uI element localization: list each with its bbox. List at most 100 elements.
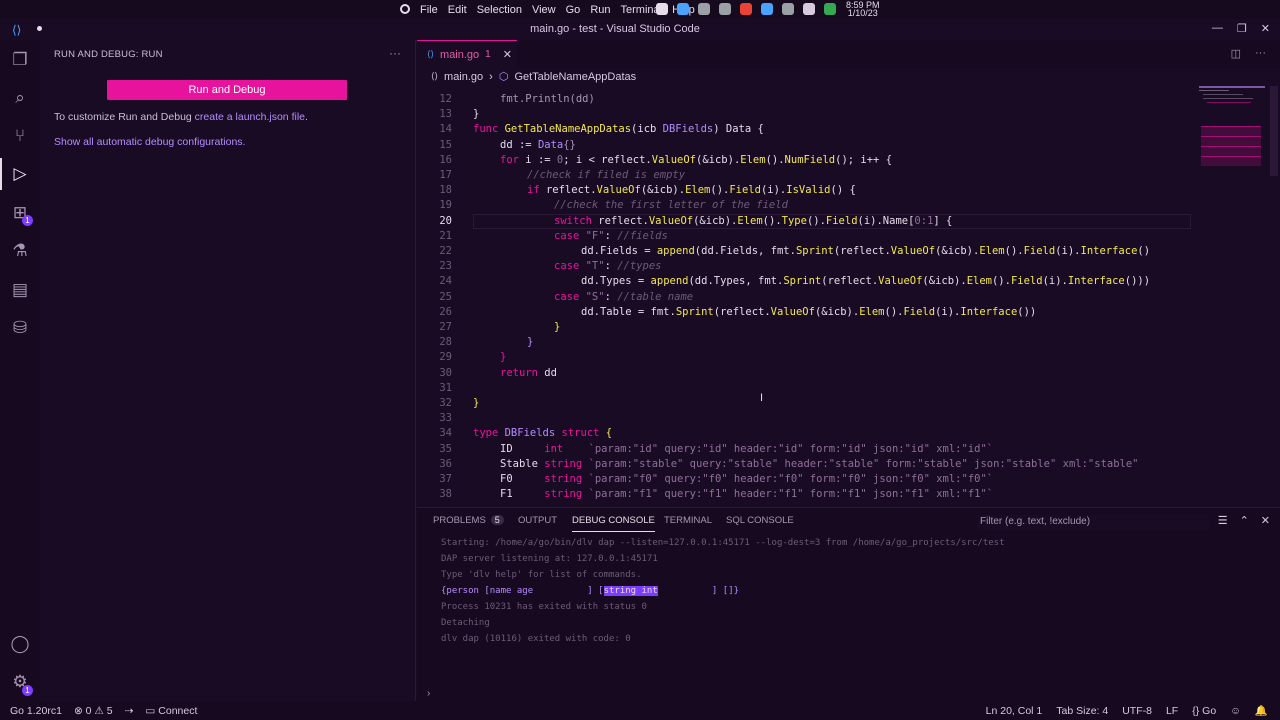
code-token: "F"	[585, 229, 605, 242]
tray-app-icon[interactable]	[824, 3, 836, 15]
close-tab-icon[interactable]: ✕	[503, 48, 512, 61]
code-area[interactable]: 12 fmt.Println(dd) 13} 14 func GetTableNameA…	[417, 93, 1197, 507]
encoding[interactable]: UTF-8	[1122, 705, 1152, 717]
notifications-icon[interactable]: 🔔	[1255, 704, 1268, 717]
tab-problems[interactable]: PROBLEMS 5	[433, 515, 504, 526]
list-options-icon[interactable]: ☰	[1218, 514, 1228, 527]
code-token: //check the first letter of the field	[554, 199, 788, 212]
tray-app-icon[interactable]	[698, 3, 710, 15]
tab-debug-console[interactable]: DEBUG CONSOLE	[572, 515, 655, 532]
code-token: for	[500, 153, 526, 166]
code-line: return dd	[500, 367, 557, 379]
code-token: (i).	[760, 184, 787, 197]
line-number: 22	[439, 245, 452, 257]
more-actions-icon[interactable]: ···	[389, 46, 401, 60]
run-debug-icon[interactable]: ▷	[8, 162, 32, 186]
code-token: ().	[884, 305, 904, 318]
tab-sql-console[interactable]: SQL CONSOLE	[726, 515, 794, 526]
problems-status[interactable]: ⊗ 0 ⚠ 5	[74, 705, 113, 717]
chevron-right-icon: ›	[489, 70, 493, 83]
run-and-debug-button[interactable]: Run and Debug	[107, 80, 347, 100]
tab-terminal[interactable]: TERMINAL	[664, 515, 712, 526]
breadcrumb-file[interactable]: main.go	[444, 71, 483, 83]
code-line: }	[554, 321, 560, 333]
code-line: case "T": //types	[554, 260, 662, 272]
language-label: Go	[1202, 704, 1217, 717]
code-token: Field	[903, 305, 936, 318]
account-icon[interactable]: ◯	[8, 632, 32, 656]
remote-icon[interactable]: ▤	[8, 278, 32, 302]
feedback-icon[interactable]: ☺	[1230, 705, 1241, 717]
tray-app-icon[interactable]	[719, 3, 731, 15]
maximize-icon[interactable]: ❐	[1237, 22, 1247, 35]
go-version[interactable]: Go 1.20rc1	[10, 705, 62, 717]
editor-more-icon[interactable]: ···	[1255, 47, 1266, 60]
code-token: }	[554, 321, 561, 333]
menu-item[interactable]: Selection	[472, 4, 527, 16]
show-debug-configs-link[interactable]: Show all automatic debug configurations.	[54, 136, 245, 148]
minimap[interactable]	[1197, 86, 1267, 186]
menu-item[interactable]: View	[527, 4, 561, 16]
menu-item[interactable]: Go	[561, 4, 586, 16]
code-line: }	[473, 108, 479, 120]
code-token: //types	[617, 260, 662, 273]
tab-output[interactable]: OUTPUT	[518, 515, 557, 526]
tab-main-go[interactable]: ⟨⟩ main.go 1 ✕	[417, 40, 517, 68]
filter-input[interactable]: Filter (e.g. text, !exclude)	[977, 515, 1209, 531]
database-icon[interactable]: ⛁	[8, 316, 32, 340]
split-editor-icon[interactable]: ◫	[1231, 47, 1241, 60]
close-window-icon[interactable]: ✕	[1261, 22, 1270, 35]
console-line: dlv dap (10116) exited with code: 0	[441, 634, 631, 644]
minimize-icon[interactable]: —	[1212, 22, 1223, 35]
code-token: F0	[500, 473, 545, 485]
line-number: 33	[439, 412, 452, 425]
tray-app-icon[interactable]	[677, 3, 689, 15]
sidebar-title: RUN AND DEBUG: RUN	[54, 49, 163, 60]
source-control-icon[interactable]: ⑂	[8, 124, 32, 148]
code-token: dd.Table = fmt.	[581, 305, 676, 318]
code-token: :	[604, 290, 618, 303]
code-token: }	[473, 397, 480, 409]
search-icon[interactable]: ⌕	[8, 86, 32, 110]
code-token: string	[544, 473, 589, 485]
os-menu-icon[interactable]	[400, 4, 410, 14]
menu-item[interactable]: Edit	[443, 4, 472, 16]
debug-icon[interactable]: ⇢	[125, 705, 134, 717]
connect-status[interactable]: ▭ Connect	[145, 705, 197, 717]
window-title: main.go - test - Visual Studio Code	[530, 23, 700, 35]
code-token: Interface	[960, 305, 1018, 318]
code-line: for i := 0; i < reflect.ValueOf(&icb).El…	[500, 154, 892, 166]
tray-app-icon[interactable]	[740, 3, 752, 15]
line-number: 15	[439, 138, 452, 151]
menu-item[interactable]: File	[415, 4, 443, 16]
tray-app-icon[interactable]	[803, 3, 815, 15]
code-token: string	[544, 488, 589, 501]
chevron-up-icon[interactable]: ⌃	[1240, 514, 1249, 527]
code-token: append	[650, 275, 689, 288]
warning-count: 5	[106, 704, 113, 717]
tray-app-icon[interactable]	[782, 3, 794, 15]
tab-size[interactable]: Tab Size: 4	[1056, 705, 1108, 717]
testing-icon[interactable]: ⚗	[8, 239, 32, 263]
create-launch-json-link[interactable]: create a launch.json file	[195, 111, 305, 123]
code-token: type	[473, 427, 505, 440]
close-panel-icon[interactable]: ✕	[1261, 514, 1270, 527]
code-token: ) Data {	[713, 123, 764, 136]
language-mode[interactable]: {} Go	[1192, 705, 1216, 717]
code-token: ()))	[1124, 275, 1151, 288]
code-token: `param:"id" query:"id" header:"id" form:…	[588, 442, 994, 455]
breadcrumb-symbol[interactable]: GetTableNameAppDatas	[514, 71, 636, 83]
breadcrumb: ⟨⟩ main.go › ⬡ GetTableNameAppDatas	[431, 70, 636, 84]
code-token: ID	[500, 442, 545, 455]
code-token: "T"	[585, 260, 605, 273]
cursor-position[interactable]: Ln 20, Col 1	[986, 705, 1043, 717]
console-prompt-icon[interactable]: ›	[427, 688, 430, 699]
line-number: 24	[439, 275, 452, 288]
menu-item[interactable]: Run	[585, 4, 615, 16]
tray-app-icon[interactable]	[656, 3, 668, 15]
eol[interactable]: LF	[1166, 705, 1178, 717]
code-token: ().	[710, 184, 730, 197]
editor-scrollbar[interactable]	[1270, 86, 1278, 176]
tray-app-icon[interactable]	[761, 3, 773, 15]
explorer-icon[interactable]: ❐	[8, 48, 32, 72]
